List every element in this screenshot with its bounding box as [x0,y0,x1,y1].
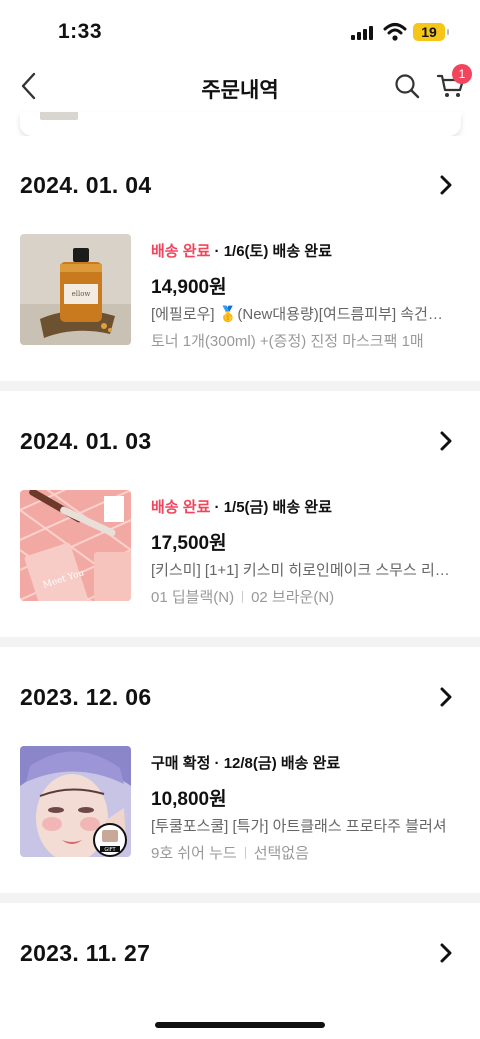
order-date: 2023. 11. 27 [20,940,151,966]
order-price: 17,500원 [151,533,227,554]
option-text: 토너 1개(300ml) +(증정) 진정 마스크팩 1매 [151,333,424,350]
order-date: 2024. 01. 03 [20,428,152,454]
order-status-line: 배송 완료 · 1/6(토) 배송 완료 [151,240,451,262]
option-separator [242,591,244,603]
chevron-right-icon[interactable] [438,687,454,707]
product-name: [투쿨포스쿨] [특가] 아트클래스 프로타주 블러셔 [151,818,447,835]
status-bar: 1:33 19 [0,0,480,60]
order-status-line: 구매 확정 · 12/8(금) 배송 완료 [151,752,451,774]
order-info: 배송 완료 · 1/5(금) 배송 완료 17,500원 [키스미] [1+1]… [151,496,451,608]
product-option: 9호 쉬어 누드 선택없음 [151,842,451,864]
order-date: 2024. 01. 04 [20,172,152,198]
delivery-date: · 1/5(금) 배송 완료 [214,499,332,516]
option-text: 선택없음 [253,845,309,862]
previous-product-thumbnail [40,112,78,120]
home-indicator[interactable] [155,1022,325,1028]
option-separator [244,847,246,859]
order-price: 10,800원 [151,789,227,810]
previous-card-edge [20,112,461,136]
order-date: 2023. 12. 06 [20,684,152,710]
product-thumbnail[interactable]: GIFT [20,746,131,857]
spacer [0,136,480,148]
purchase-status: 구매 확정 [151,755,211,772]
chevron-right-icon[interactable] [438,431,454,451]
delivery-date: · 1/6(토) 배송 완료 [214,243,332,260]
search-icon[interactable] [393,72,421,100]
bottle-label: ellow [72,290,91,298]
product-option: 01 딥블랙(N) 02 브라운(N) [151,586,451,608]
chevron-right-icon[interactable] [438,943,454,963]
wifi-icon [383,23,407,41]
battery-icon: 19 [413,23,449,41]
product-name: [키스미] [1+1] 키스미 히로인메이크 스무스 리퀴드 아이라이너 [151,562,451,579]
status-time: 1:33 [58,20,103,43]
delivery-status: 배송 완료 [151,499,211,516]
option-text: 9호 쉬어 누드 [151,845,237,862]
order-info: 구매 확정 · 12/8(금) 배송 완료 10,800원 [투쿨포스쿨] [특… [151,752,451,864]
order-info: 배송 완료 · 1/6(토) 배송 완료 14,900원 [에필로우] 🥇(Ne… [151,240,451,352]
order-price: 14,900원 [151,277,227,298]
product-name: [에필로우] 🥇(New대용량)[여드름피부] 속건조 앰플 토너 [151,306,451,323]
product-option: 토너 1개(300ml) +(증정) 진정 마스크팩 1매 [151,330,451,352]
cart-count-badge: 1 [452,64,472,84]
section-divider [0,893,480,903]
navigation-header: 주문내역 1 [0,60,480,112]
option-text: 02 브라운(N) [251,589,335,606]
option-text: 01 딥블랙(N) [151,589,235,606]
product-thumbnail[interactable]: ellow [20,234,131,345]
gift-label: GIFT [104,847,116,853]
delivery-status: 배송 완료 [151,243,211,260]
section-divider [0,381,480,391]
chevron-right-icon[interactable] [438,175,454,195]
order-status-line: 배송 완료 · 1/5(금) 배송 완료 [151,496,451,518]
cellular-signal-icon [351,25,375,40]
section-divider [0,637,480,647]
product-thumbnail[interactable]: Meet You [20,490,131,601]
delivery-date: · 12/8(금) 배송 완료 [214,755,341,772]
